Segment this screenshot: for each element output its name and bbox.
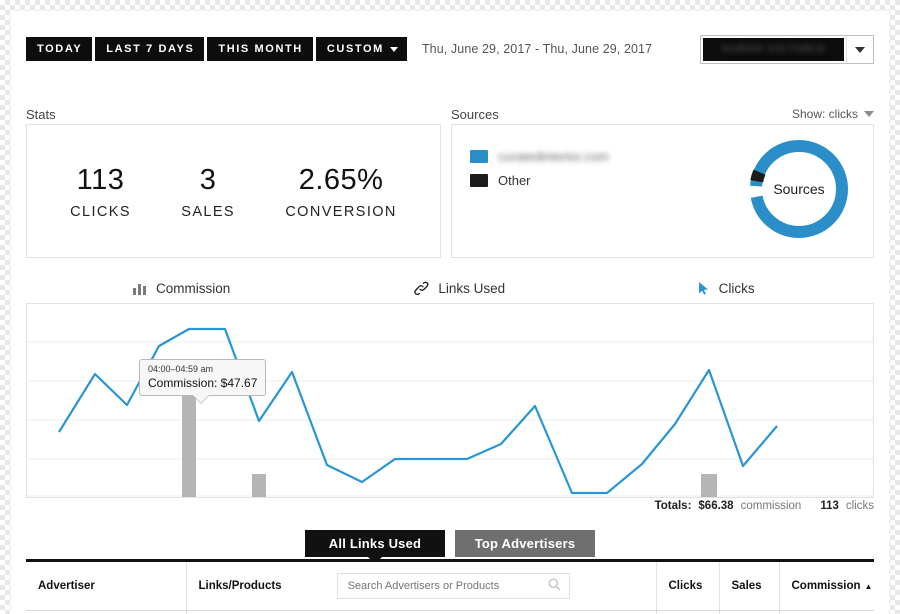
- search-icon: [548, 578, 561, 594]
- range-button-today[interactable]: TODAY: [26, 37, 93, 61]
- cell-commission: $47.67: [779, 611, 874, 614]
- stat-clicks-label: CLICKS: [70, 203, 131, 220]
- table-search-box[interactable]: [336, 573, 570, 599]
- activity-chart[interactable]: [26, 303, 874, 498]
- sources-show-label: Show: clicks: [791, 107, 858, 121]
- chart-line-clicks: [58, 327, 778, 495]
- chevron-down-icon: [864, 111, 874, 117]
- date-range-buttons: TODAY LAST 7 DAYS THIS MONTH CUSTOM: [26, 37, 410, 61]
- stats-panel: 113 CLICKS 3 SALES 2.65% CONVERSION: [26, 124, 441, 258]
- account-select-caret[interactable]: [846, 36, 873, 63]
- sources-show-selector[interactable]: Show: clicks: [792, 107, 874, 121]
- column-header-sales[interactable]: Sales: [719, 562, 780, 611]
- cursor-icon: [698, 281, 710, 296]
- cell-advertiser: Wayfair (US): [26, 610, 187, 614]
- metric-tab-clicks-label: Clicks: [718, 280, 755, 296]
- table-tabs: All Links Used Top Advertisers: [11, 530, 889, 564]
- stat-sales-value: 3: [199, 163, 217, 196]
- stat-clicks: 113 CLICKS: [70, 163, 131, 220]
- chart-totals: Totals: $66.38 commission 113 clicks: [655, 500, 874, 512]
- cell-sales: 1: [719, 610, 780, 614]
- range-button-this-month[interactable]: THIS MONTH: [207, 37, 313, 61]
- legend-label: curatedinterior.com: [498, 149, 609, 164]
- column-header-commission[interactable]: Commission ▲: [779, 562, 874, 611]
- sources-title: Sources: [451, 107, 499, 122]
- metric-selector-row: Commission Links Used Clicks: [26, 273, 874, 303]
- tab-all-links-used-label: All Links Used: [328, 536, 422, 551]
- stats-title: Stats: [26, 107, 56, 122]
- account-select[interactable]: SARAH VICTORIA: [700, 35, 874, 64]
- column-header-links-products-label: Links/Products: [198, 580, 282, 592]
- stat-conversion: 2.65% CONVERSION: [285, 163, 397, 220]
- totals-clicks-unit: clicks: [845, 500, 874, 512]
- stat-conversion-label: CONVERSION: [285, 203, 397, 220]
- tab-top-advertisers-label: Top Advertisers: [474, 536, 576, 551]
- date-range-toolbar: TODAY LAST 7 DAYS THIS MONTH CUSTOM Thu,…: [26, 37, 652, 61]
- legend-label: Other: [498, 173, 531, 188]
- sources-panel: curatedinterior.com Other Sources: [451, 124, 874, 258]
- stat-clicks-value: 113: [76, 163, 125, 196]
- selected-date-range: Thu, June 29, 2017 - Thu, June 29, 2017: [421, 42, 653, 56]
- link-icon: [413, 281, 429, 296]
- metric-tab-commission[interactable]: Commission: [26, 273, 309, 303]
- sources-legend: curatedinterior.com Other: [470, 149, 609, 197]
- legend-item[interactable]: Other: [470, 173, 609, 188]
- totals-clicks-value: 113: [820, 500, 839, 512]
- stat-sales: 3 SALES: [181, 163, 235, 220]
- links-table: Advertiser Links/Products Search Adverti…: [26, 559, 874, 614]
- metric-tab-links-used[interactable]: Links Used: [309, 273, 589, 303]
- range-button-custom-label: CUSTOM: [326, 43, 384, 55]
- totals-commission-unit: commission: [740, 500, 802, 512]
- chevron-down-icon: [389, 46, 398, 52]
- totals-label: Totals:: [654, 500, 692, 512]
- table-header-row: Advertiser Links/Products Search Adverti…: [26, 562, 874, 611]
- column-header-clicks[interactable]: Clicks: [656, 562, 720, 611]
- sources-donut-chart: Sources: [747, 137, 851, 241]
- column-header-links-products[interactable]: Links/Products: [186, 562, 657, 611]
- donut-center-label: Sources: [773, 181, 825, 197]
- column-header-advertiser[interactable]: Advertiser: [26, 562, 187, 611]
- tab-all-links-used[interactable]: All Links Used: [305, 530, 445, 564]
- range-button-custom[interactable]: CUSTOM: [315, 37, 407, 61]
- bar-chart-icon: [133, 282, 147, 295]
- cell-clicks: 1: [656, 610, 720, 614]
- search-input[interactable]: [345, 579, 548, 593]
- legend-swatch-icon: [470, 150, 488, 163]
- column-header-commission-label: Commission: [791, 580, 861, 592]
- cell-product: ARTERIORS Home Mara 1-Light Geometric Pe…: [186, 610, 657, 614]
- chart-tooltip-value: Commission: $47.67: [148, 376, 258, 390]
- chart-tooltip: 04:00–04:59 am Commission: $47.67: [139, 359, 266, 403]
- legend-item[interactable]: curatedinterior.com: [470, 149, 609, 164]
- chart-tooltip-time: 04:00–04:59 am: [148, 364, 214, 374]
- account-name-text: SARAH VICTORIA: [721, 44, 826, 55]
- activity-chart-svg: [27, 327, 873, 497]
- tab-top-advertisers[interactable]: Top Advertisers: [455, 530, 595, 557]
- app-page: TODAY LAST 7 DAYS THIS MONTH CUSTOM Thu,…: [11, 11, 889, 614]
- chevron-down-icon: [855, 46, 865, 53]
- stat-sales-label: SALES: [181, 203, 235, 220]
- account-name-display: SARAH VICTORIA: [703, 38, 844, 61]
- sort-ascending-icon: ▲: [864, 582, 873, 591]
- table-row[interactable]: Wayfair (US) ARTERIORS Home Mara 1-Light…: [26, 610, 874, 614]
- legend-swatch-icon: [470, 174, 488, 187]
- totals-commission-value: $66.38: [698, 500, 734, 512]
- metric-tab-links-used-label: Links Used: [438, 280, 506, 296]
- metric-tab-clicks[interactable]: Clicks: [590, 273, 874, 303]
- range-button-last-7-days[interactable]: LAST 7 DAYS: [95, 37, 205, 61]
- tooltip-arrow-icon: [193, 395, 209, 403]
- metric-tab-commission-label: Commission: [156, 280, 231, 296]
- stat-conversion-value: 2.65%: [298, 163, 384, 196]
